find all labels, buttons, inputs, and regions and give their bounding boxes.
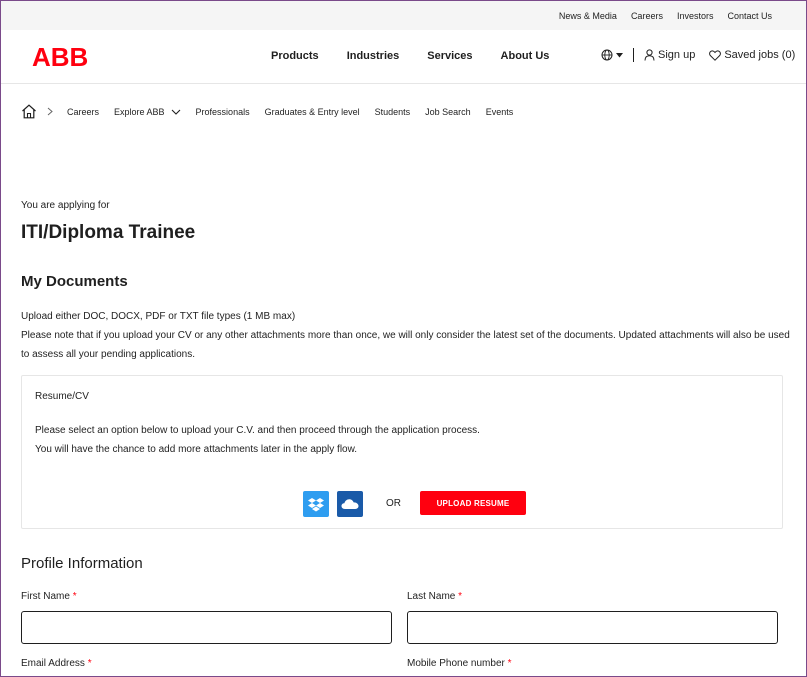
applying-for-label: You are applying for [21, 200, 110, 211]
main-nav: Products Industries Services About Us [271, 50, 577, 62]
required-asterisk: * [458, 591, 463, 602]
breadcrumb-explore-abb[interactable]: Explore ABB [114, 107, 181, 117]
first-name-label-text: First Name [21, 591, 70, 602]
onedrive-upload-button[interactable] [337, 491, 363, 517]
top-utility-bar: News & Media Careers Investors Contact U… [1, 1, 806, 30]
breadcrumb: Careers Explore ABB Professionals Gradua… [21, 104, 528, 119]
sign-up-label: Sign up [658, 49, 696, 61]
abb-logo[interactable]: ABB [32, 44, 88, 70]
or-separator: OR [386, 498, 401, 509]
last-name-input[interactable] [407, 611, 778, 644]
required-asterisk: * [72, 591, 77, 602]
first-name-label: First Name * [21, 591, 77, 602]
file-types-note: Upload either DOC, DOCX, PDF or TXT file… [21, 311, 296, 322]
email-label: Email Address * [21, 658, 92, 669]
first-name-input[interactable] [21, 611, 392, 644]
dropbox-upload-button[interactable] [303, 491, 329, 517]
attachments-note: Please note that if you upload your CV o… [21, 330, 790, 360]
heart-icon [709, 49, 722, 61]
home-link[interactable] [21, 104, 37, 119]
breadcrumb-events[interactable]: Events [486, 107, 514, 117]
breadcrumb-careers[interactable]: Careers [67, 107, 99, 117]
resume-card-instructions: Please select an option below to upload … [35, 421, 480, 459]
last-name-label: Last Name * [407, 591, 462, 602]
sign-up-link[interactable]: Sign up [644, 49, 695, 61]
mobile-phone-label: Mobile Phone number * [407, 658, 512, 669]
topbar-link-careers[interactable]: Careers [631, 11, 663, 21]
caret-down-icon [616, 52, 623, 57]
header-divider [633, 48, 634, 62]
breadcrumb-explore-abb-label: Explore ABB [114, 106, 165, 117]
nav-services[interactable]: Services [427, 50, 472, 62]
topbar-link-contact-us[interactable]: Contact Us [727, 11, 772, 21]
chevron-right-icon [47, 107, 53, 116]
breadcrumb-graduates[interactable]: Graduates & Entry level [265, 107, 360, 117]
saved-jobs-link[interactable]: Saved jobs (0) [709, 49, 795, 61]
resume-instruction-line-2: You will have the chance to add more att… [35, 444, 358, 455]
mobile-phone-label-text: Mobile Phone number [407, 658, 505, 669]
profile-heading: Profile Information [21, 555, 143, 572]
resume-upload-card: Resume/CV Please select an option below … [21, 375, 783, 529]
home-icon [22, 104, 36, 119]
dropbox-icon [308, 497, 324, 511]
breadcrumb-students[interactable]: Students [375, 107, 411, 117]
documents-heading: My Documents [21, 273, 128, 290]
topbar-link-news-media[interactable]: News & Media [559, 11, 617, 21]
last-name-label-text: Last Name [407, 591, 456, 602]
resume-instruction-line-1: Please select an option below to upload … [35, 425, 480, 436]
email-label-text: Email Address [21, 658, 85, 669]
onedrive-icon [341, 499, 359, 509]
job-title: ITI/Diploma Trainee [21, 222, 196, 243]
main-header: ABB Products Industries Services About U… [1, 30, 806, 84]
globe-icon [601, 49, 613, 61]
breadcrumb-job-search[interactable]: Job Search [425, 107, 471, 117]
chevron-down-icon [171, 109, 180, 115]
saved-jobs-label: Saved jobs (0) [724, 49, 796, 61]
resume-card-title: Resume/CV [35, 391, 89, 402]
documents-instructions: Upload either DOC, DOCX, PDF or TXT file… [21, 307, 791, 364]
user-icon [644, 49, 655, 61]
required-asterisk: * [507, 658, 512, 669]
breadcrumb-professionals[interactable]: Professionals [196, 107, 250, 117]
language-selector[interactable] [601, 49, 623, 61]
nav-about-us[interactable]: About Us [501, 50, 550, 62]
upload-resume-button[interactable]: UPLOAD RESUME [420, 491, 526, 515]
nav-products[interactable]: Products [271, 50, 319, 62]
header-utilities: Sign up Saved jobs (0) [601, 48, 795, 62]
nav-industries[interactable]: Industries [347, 50, 400, 62]
topbar-link-investors[interactable]: Investors [677, 11, 714, 21]
required-asterisk: * [87, 658, 92, 669]
